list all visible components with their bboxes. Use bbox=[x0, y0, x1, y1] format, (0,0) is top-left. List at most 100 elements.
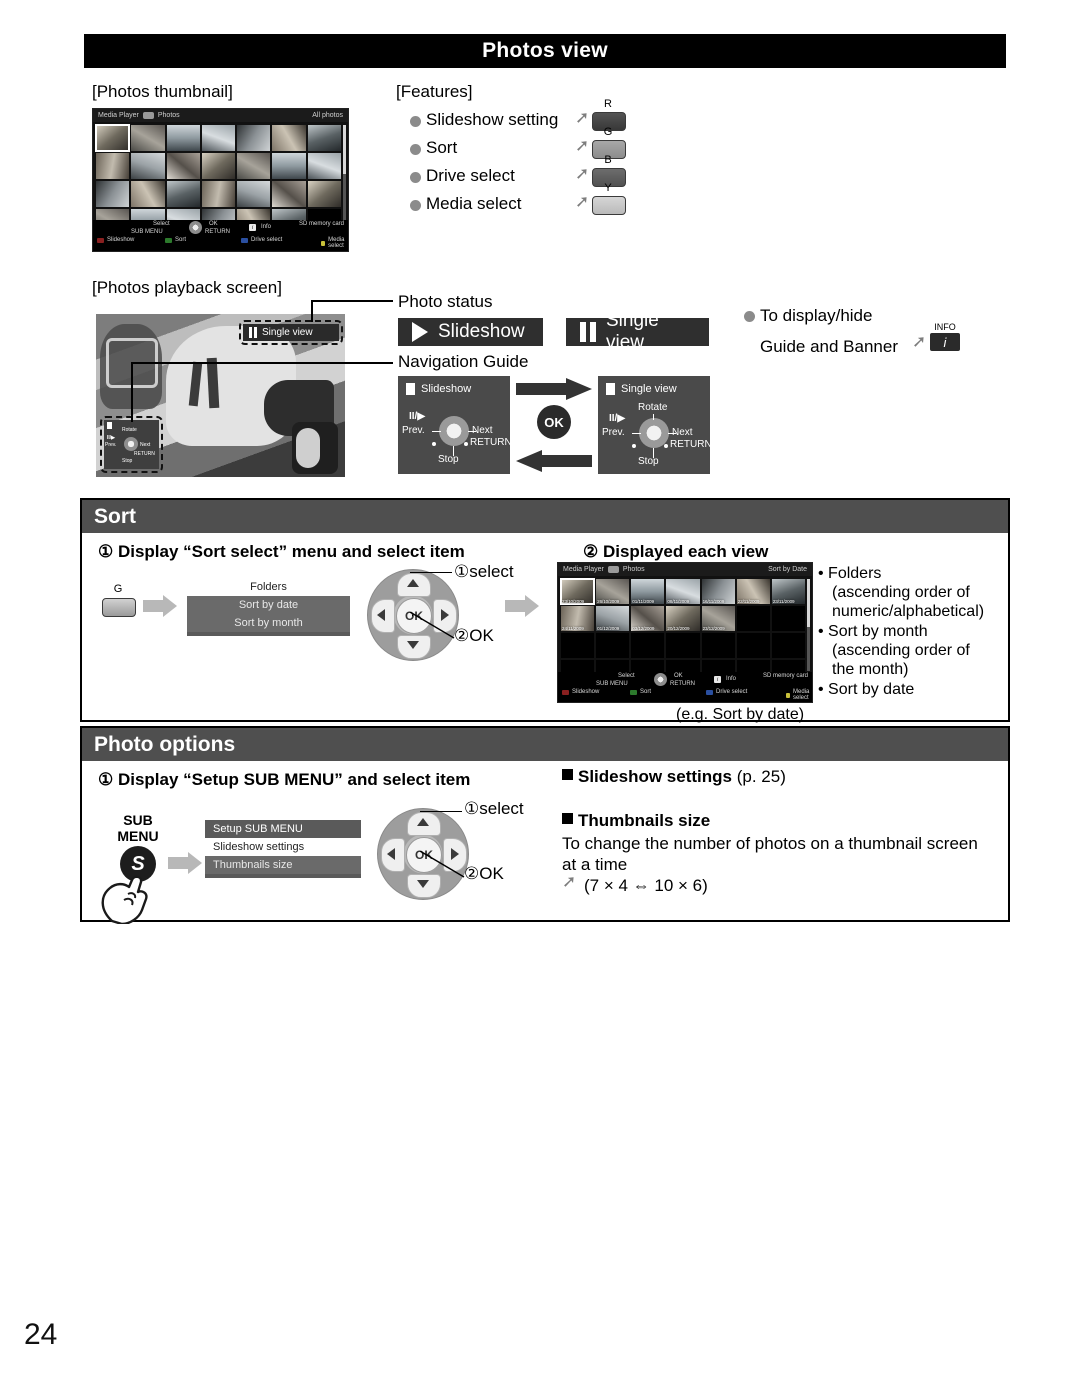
tv-footer-guide: Select OK SUB MENU RETURN i Info SD memo… bbox=[93, 220, 348, 251]
thumbnail-cell[interactable] bbox=[131, 125, 165, 151]
thumbnail-cell[interactable] bbox=[736, 606, 770, 631]
thumbnail-cell[interactable] bbox=[561, 633, 595, 658]
thumbnail-cell[interactable]: 23/12/2009 bbox=[701, 606, 735, 631]
display-hide-line2: Guide and Banner bbox=[760, 337, 898, 356]
thumbnail-date-label: 01/12/2009 bbox=[597, 626, 620, 631]
thumbnail-cell[interactable] bbox=[131, 153, 165, 179]
thumbnail-cell[interactable]: 23/11/2009 bbox=[771, 579, 805, 604]
color-key-button-y[interactable] bbox=[592, 196, 626, 215]
overlay-status-badge: Single view bbox=[243, 324, 339, 341]
thumbnail-cell[interactable] bbox=[201, 181, 236, 207]
thumbnail-cell[interactable]: 20/12/2009 bbox=[666, 606, 700, 631]
thumbnail-date-label: 22/11/2009 bbox=[737, 599, 760, 604]
nav-stop-label: Stop bbox=[438, 454, 459, 465]
thumbnail-cell[interactable] bbox=[272, 125, 306, 151]
breadcrumb-photos: Photos bbox=[622, 566, 645, 573]
footer-color-key[interactable]: Slideshow bbox=[562, 689, 599, 695]
thumbnail-cell[interactable] bbox=[237, 181, 271, 207]
thumbnail-cell[interactable] bbox=[166, 125, 200, 151]
thumbnail-cell[interactable]: 23/10/2009 bbox=[559, 578, 596, 605]
photo-options-ok-callout: ②OK bbox=[464, 864, 504, 883]
thumbnail-cell[interactable] bbox=[96, 153, 130, 179]
thumbnail-cell[interactable] bbox=[131, 181, 165, 207]
info-key-button[interactable]: i bbox=[930, 333, 960, 351]
thumbnail-cell[interactable] bbox=[96, 181, 130, 207]
thumbnail-cell[interactable] bbox=[701, 633, 735, 658]
thumbnail-cell[interactable] bbox=[237, 125, 271, 151]
sd-card-icon bbox=[142, 112, 154, 119]
sd-card-icon bbox=[607, 566, 619, 573]
color-swatch-icon bbox=[706, 689, 713, 695]
setup-menu-item-thumbnails-size[interactable]: Thumbnails size bbox=[205, 856, 361, 874]
thumbnail-cell[interactable] bbox=[272, 153, 306, 179]
thumbnail-date-label: 24/11/2009 bbox=[562, 626, 584, 631]
footer-color-key[interactable]: Media select bbox=[786, 689, 812, 701]
thumbnail-cell[interactable] bbox=[631, 633, 665, 658]
nav-return-label: RETURN bbox=[470, 437, 512, 448]
sort-ok-callout: ②OK bbox=[454, 626, 494, 645]
footer-color-key[interactable]: Slideshow bbox=[97, 237, 134, 243]
sort-menu-item-folders[interactable]: Folders bbox=[187, 578, 350, 596]
footer-color-key-label: Media select bbox=[328, 237, 345, 249]
thumbnail-cell[interactable] bbox=[307, 153, 341, 179]
thumbnail-cell[interactable] bbox=[771, 633, 805, 658]
sort-select-callout: ①select bbox=[454, 562, 514, 581]
thumbnail-cell[interactable]: 16/11/2009 bbox=[701, 579, 735, 604]
footer-color-key[interactable]: Sort bbox=[165, 237, 186, 243]
thumbnail-date-label: 20/12/2009 bbox=[667, 626, 690, 631]
thumbnail-cell[interactable] bbox=[307, 181, 341, 207]
thumbnail-cell[interactable] bbox=[666, 633, 700, 658]
sub-menu-caption-line1: SUB bbox=[123, 812, 153, 828]
navigation-guide-label: Navigation Guide bbox=[398, 352, 529, 371]
photo-status-label: Photo status bbox=[398, 292, 493, 311]
thumbnail-cell[interactable]: 26/10/2009 bbox=[596, 579, 630, 604]
square-bullet-icon bbox=[562, 769, 573, 780]
thumbnail-cell[interactable] bbox=[771, 606, 805, 631]
thumbnail-cell[interactable]: 22/11/2009 bbox=[736, 579, 770, 604]
sorted-thumbnail-scrollbar[interactable] bbox=[807, 579, 810, 671]
thumbnail-cell[interactable]: 03/12/2009 bbox=[631, 606, 665, 631]
thumbnail-cell[interactable] bbox=[596, 633, 630, 658]
thumbnail-cell[interactable]: 24/11/2009 bbox=[561, 606, 595, 631]
thumbnail-cell[interactable] bbox=[237, 153, 271, 179]
arrow-icon: ➚ bbox=[575, 136, 590, 155]
overlay-rotate-label: Rotate bbox=[122, 427, 137, 433]
thumbnails-size-desc3: (7 × 4 ⇔ 10 × 6) bbox=[584, 876, 708, 895]
thumbnail-cell[interactable] bbox=[201, 125, 236, 151]
bullet-dot bbox=[410, 172, 421, 183]
footer-color-key[interactable]: Drive select bbox=[706, 689, 747, 695]
sort-menu-item-sort-by-date[interactable]: Sort by date bbox=[187, 596, 350, 614]
green-color-key-button[interactable] bbox=[102, 598, 136, 617]
info-icon: i bbox=[714, 676, 721, 683]
thumbnail-date-label: 01/11/2009 bbox=[632, 599, 654, 604]
color-swatch-icon bbox=[630, 689, 637, 695]
thumbnail-cell[interactable]: 01/11/2009 bbox=[631, 579, 665, 604]
footer-color-key[interactable]: Drive select bbox=[241, 237, 282, 243]
photos-thumbnail-screen: Media Player Photos All photos Select OK… bbox=[92, 108, 349, 252]
square-bullet-icon bbox=[562, 813, 573, 824]
color-swatch-icon bbox=[321, 240, 326, 246]
thumbnail-cell[interactable] bbox=[307, 125, 341, 151]
footer-color-key[interactable]: Sort bbox=[630, 689, 651, 695]
breadcrumb-media-player: Media Player bbox=[563, 566, 604, 573]
slideshow-settings-label: Slideshow settings bbox=[578, 767, 732, 786]
thumbnail-cell[interactable] bbox=[166, 181, 200, 207]
setup-menu-item-slideshow-settings[interactable]: Slideshow settings bbox=[205, 838, 361, 856]
sort-menu-item-sort-by-month[interactable]: Sort by month bbox=[187, 614, 350, 632]
footer-color-key[interactable]: Media select bbox=[321, 237, 348, 249]
bullet-dot bbox=[410, 144, 421, 155]
overlay-status-label: Single view bbox=[262, 327, 313, 338]
status-pill-slideshow-label: Slideshow bbox=[438, 321, 525, 342]
thumbnail-cell[interactable] bbox=[201, 153, 236, 179]
thumbnail-cell[interactable]: 08/11/2009 bbox=[666, 579, 700, 604]
color-swatch-icon bbox=[786, 692, 791, 698]
thumbnail-cell[interactable]: 01/12/2009 bbox=[596, 606, 630, 631]
overlay-navigation-guide: Rotate II/▶ Prev. Next RETURN Stop bbox=[104, 420, 159, 469]
thumbnail-scrollbar[interactable] bbox=[343, 125, 346, 220]
footer-return-label: RETURN bbox=[205, 229, 230, 235]
thumbnail-cell[interactable] bbox=[736, 633, 770, 658]
thumbnail-cell[interactable] bbox=[272, 181, 306, 207]
nav-rotate-label: Rotate bbox=[638, 402, 668, 413]
thumbnail-cell[interactable] bbox=[166, 153, 200, 179]
thumbnail-cell[interactable] bbox=[94, 124, 131, 152]
